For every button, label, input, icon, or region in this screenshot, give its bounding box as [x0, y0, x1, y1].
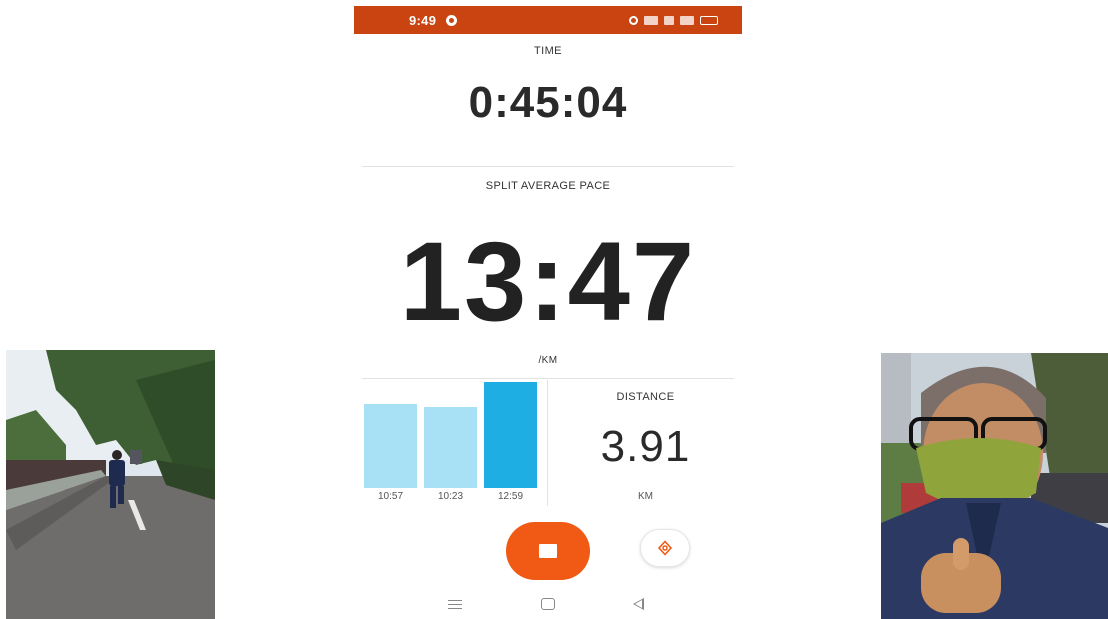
masked-runner-thumbs-up-photo	[881, 353, 1108, 619]
runner-on-road-photo	[6, 350, 215, 619]
system-nav-bar	[354, 592, 742, 616]
vertical-divider	[547, 380, 548, 506]
divider	[362, 166, 734, 167]
beacon-button[interactable]	[640, 529, 690, 567]
time-label: TIME	[534, 45, 562, 57]
location-icon	[629, 15, 638, 25]
stop-button[interactable]	[506, 522, 590, 580]
notification-dot-icon	[446, 15, 457, 26]
status-icons	[629, 14, 718, 26]
menu-icon[interactable]	[448, 600, 462, 609]
beacon-icon	[657, 540, 673, 556]
split-bar	[424, 407, 477, 488]
pace-label: SPLIT AVERAGE PACE	[485, 180, 611, 192]
distance-label: DISTANCE	[616, 391, 675, 403]
signal-icon	[680, 15, 694, 25]
pace-value: 13:47	[399, 219, 697, 344]
status-bar: 9:49	[354, 6, 742, 34]
split-label: 10:23	[437, 491, 464, 502]
divider	[362, 378, 734, 379]
network-icon	[664, 15, 674, 25]
pace-unit: /KM	[538, 355, 558, 366]
split-chart	[364, 380, 540, 488]
split-bar	[484, 382, 537, 488]
distance-unit: KM	[638, 491, 653, 502]
data-speed-icon	[644, 15, 658, 25]
split-label: 12:59	[497, 491, 524, 502]
home-icon[interactable]	[541, 598, 555, 610]
battery-icon	[700, 15, 718, 25]
phone-screen: 9:49 TIME 0:45:04 SPLIT AVERAGE PACE 13:…	[354, 6, 742, 619]
distance-value: 3.91	[600, 422, 691, 471]
elapsed-time-value: 0:45:04	[468, 78, 628, 127]
status-time: 9:49	[409, 13, 437, 28]
back-icon[interactable]	[633, 598, 644, 610]
split-bar	[364, 404, 417, 488]
stop-icon	[539, 544, 557, 558]
split-label: 10:57	[377, 491, 404, 502]
